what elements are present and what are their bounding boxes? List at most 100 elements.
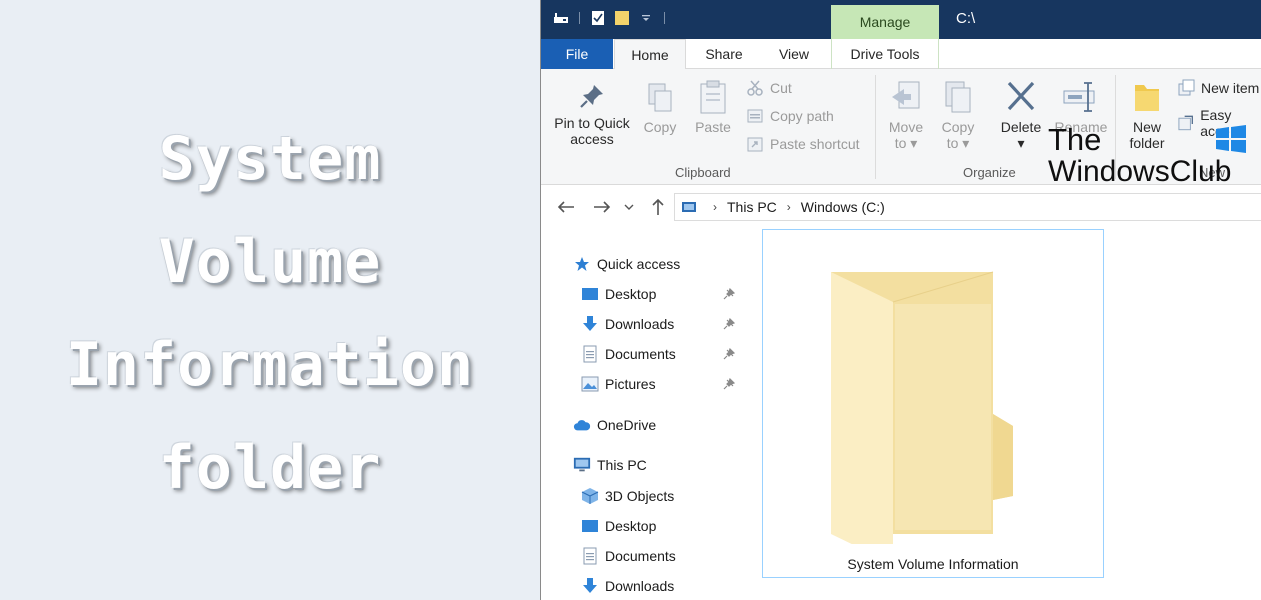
- paste-shortcut-label: Paste shortcut: [770, 136, 860, 152]
- desktop-icon: [581, 517, 599, 535]
- paste-shortcut-button[interactable]: Paste shortcut: [746, 135, 860, 153]
- new-item-icon: [1178, 79, 1195, 96]
- nav-quick-access[interactable]: Quick access: [573, 252, 680, 276]
- tab-manage[interactable]: Manage: [831, 5, 939, 39]
- tab-view[interactable]: View: [763, 39, 825, 69]
- cut-button[interactable]: Cut: [746, 79, 792, 97]
- arrow-left-icon: [557, 201, 574, 213]
- nav-label: Documents: [605, 346, 676, 362]
- rename-icon: [1063, 82, 1095, 112]
- nav-label: 3D Objects: [605, 488, 675, 504]
- banner-line: Information: [65, 330, 475, 400]
- nav-label: Documents: [605, 548, 676, 564]
- tab-file[interactable]: File: [541, 39, 613, 69]
- move-to-label-line2: to: [894, 135, 907, 151]
- address-path[interactable]: › This PC › Windows (C:): [674, 193, 1261, 221]
- new-item-button[interactable]: New item: [1177, 79, 1259, 97]
- tab-home[interactable]: Home: [614, 39, 686, 70]
- group-separator: [875, 75, 876, 179]
- nav-label: Downloads: [605, 316, 675, 332]
- arrow-up-icon: [652, 198, 664, 215]
- nav-qa-documents[interactable]: Documents: [581, 342, 676, 366]
- recent-locations-button[interactable]: [623, 198, 635, 216]
- download-icon: [581, 577, 599, 595]
- copy-icon: [648, 83, 672, 112]
- tab-drive-tools[interactable]: Drive Tools: [831, 39, 939, 69]
- cloud-icon: [573, 416, 591, 434]
- pin-icon: [723, 318, 735, 330]
- this-pc-icon: [682, 202, 696, 212]
- new-item-label: New item: [1201, 80, 1260, 96]
- document-icon: [581, 547, 599, 565]
- breadcrumb-separator: ›: [713, 200, 717, 214]
- nav-label: This PC: [597, 457, 647, 473]
- new-folder-icon[interactable]: [614, 9, 630, 27]
- nav-pc-documents[interactable]: Documents: [581, 544, 676, 568]
- drive-icon[interactable]: [553, 9, 569, 27]
- pin-icon: [723, 348, 735, 360]
- organize-group-label: Organize: [963, 165, 1016, 180]
- title-bar: Manage C:\: [541, 0, 1261, 39]
- move-to-label-line1: Move: [888, 119, 924, 135]
- pin-label-line1: Pin to Quick: [554, 115, 630, 131]
- nav-qa-desktop[interactable]: Desktop: [581, 282, 656, 306]
- folder-icon: [831, 271, 1013, 544]
- pin-to-quick-access-button[interactable]: Pin to Quick access: [549, 81, 635, 147]
- star-icon: [573, 255, 591, 273]
- nav-pc-3d-objects[interactable]: 3D Objects: [581, 484, 674, 508]
- copy-path-label: Copy path: [770, 108, 834, 124]
- copy-to-icon: [945, 81, 971, 113]
- move-to-button[interactable]: Move to ▾: [881, 79, 931, 151]
- pin-icon: [580, 85, 603, 108]
- nav-label: OneDrive: [597, 417, 657, 433]
- breadcrumb-this-pc[interactable]: This PC: [727, 199, 777, 215]
- chevron-down-icon: [624, 204, 634, 210]
- paste-shortcut-icon: [747, 137, 763, 152]
- banner-line: System: [158, 124, 382, 194]
- copy-label: Copy: [643, 119, 677, 135]
- banner-line: folder: [158, 433, 382, 503]
- folder-item-selected[interactable]: System Volume Information: [762, 229, 1104, 578]
- watermark-line2: WindowsClub: [1048, 155, 1232, 188]
- up-button[interactable]: [649, 198, 667, 216]
- breadcrumb-windows-c[interactable]: Windows (C:): [801, 199, 885, 215]
- desktop-icon: [581, 285, 599, 303]
- nav-pc-desktop[interactable]: Desktop: [581, 514, 656, 538]
- copy-path-button[interactable]: Copy path: [746, 107, 834, 125]
- properties-icon[interactable]: [590, 9, 606, 27]
- banner-title: System Volume Information folder: [0, 108, 540, 520]
- copy-button[interactable]: Copy: [637, 81, 683, 135]
- window-title: C:\: [956, 10, 976, 27]
- nav-label: Quick access: [597, 256, 681, 272]
- paste-icon: [700, 80, 726, 114]
- folder-icon: [1135, 85, 1159, 111]
- nav-onedrive[interactable]: OneDrive: [573, 413, 656, 437]
- copy-to-label-line2: to: [946, 135, 959, 151]
- tab-share[interactable]: Share: [691, 39, 757, 69]
- watermark-line1: The: [1048, 122, 1102, 157]
- download-icon: [581, 315, 599, 333]
- copy-to-button[interactable]: Copy to ▾: [933, 79, 983, 151]
- breadcrumb-separator: ›: [786, 200, 791, 214]
- paste-label: Paste: [695, 119, 731, 135]
- scissors-icon: [747, 80, 763, 96]
- nav-label: Desktop: [605, 286, 657, 302]
- forward-button[interactable]: [593, 198, 611, 216]
- back-button[interactable]: [557, 198, 575, 216]
- nav-pc-downloads[interactable]: Downloads: [581, 574, 674, 598]
- cube-icon: [581, 487, 599, 505]
- pin-label-line2: access: [570, 131, 614, 147]
- delete-button[interactable]: Delete ▾: [993, 79, 1049, 151]
- quick-access-toolbar: [553, 9, 667, 27]
- copy-to-label-line1: Copy: [941, 119, 975, 135]
- nav-qa-pictures[interactable]: Pictures: [581, 372, 656, 396]
- copy-path-icon: [747, 109, 763, 123]
- watermark: The WindowsClub: [1048, 124, 1258, 188]
- file-explorer-window: Manage C:\ File Home Share View Drive To…: [540, 0, 1261, 600]
- customize-toolbar-icon[interactable]: [638, 9, 654, 27]
- pin-icon: [723, 378, 735, 390]
- nav-this-pc[interactable]: This PC: [573, 453, 647, 477]
- paste-button[interactable]: Paste: [689, 79, 737, 135]
- nav-qa-downloads[interactable]: Downloads: [581, 312, 674, 336]
- nav-label: Desktop: [605, 518, 657, 534]
